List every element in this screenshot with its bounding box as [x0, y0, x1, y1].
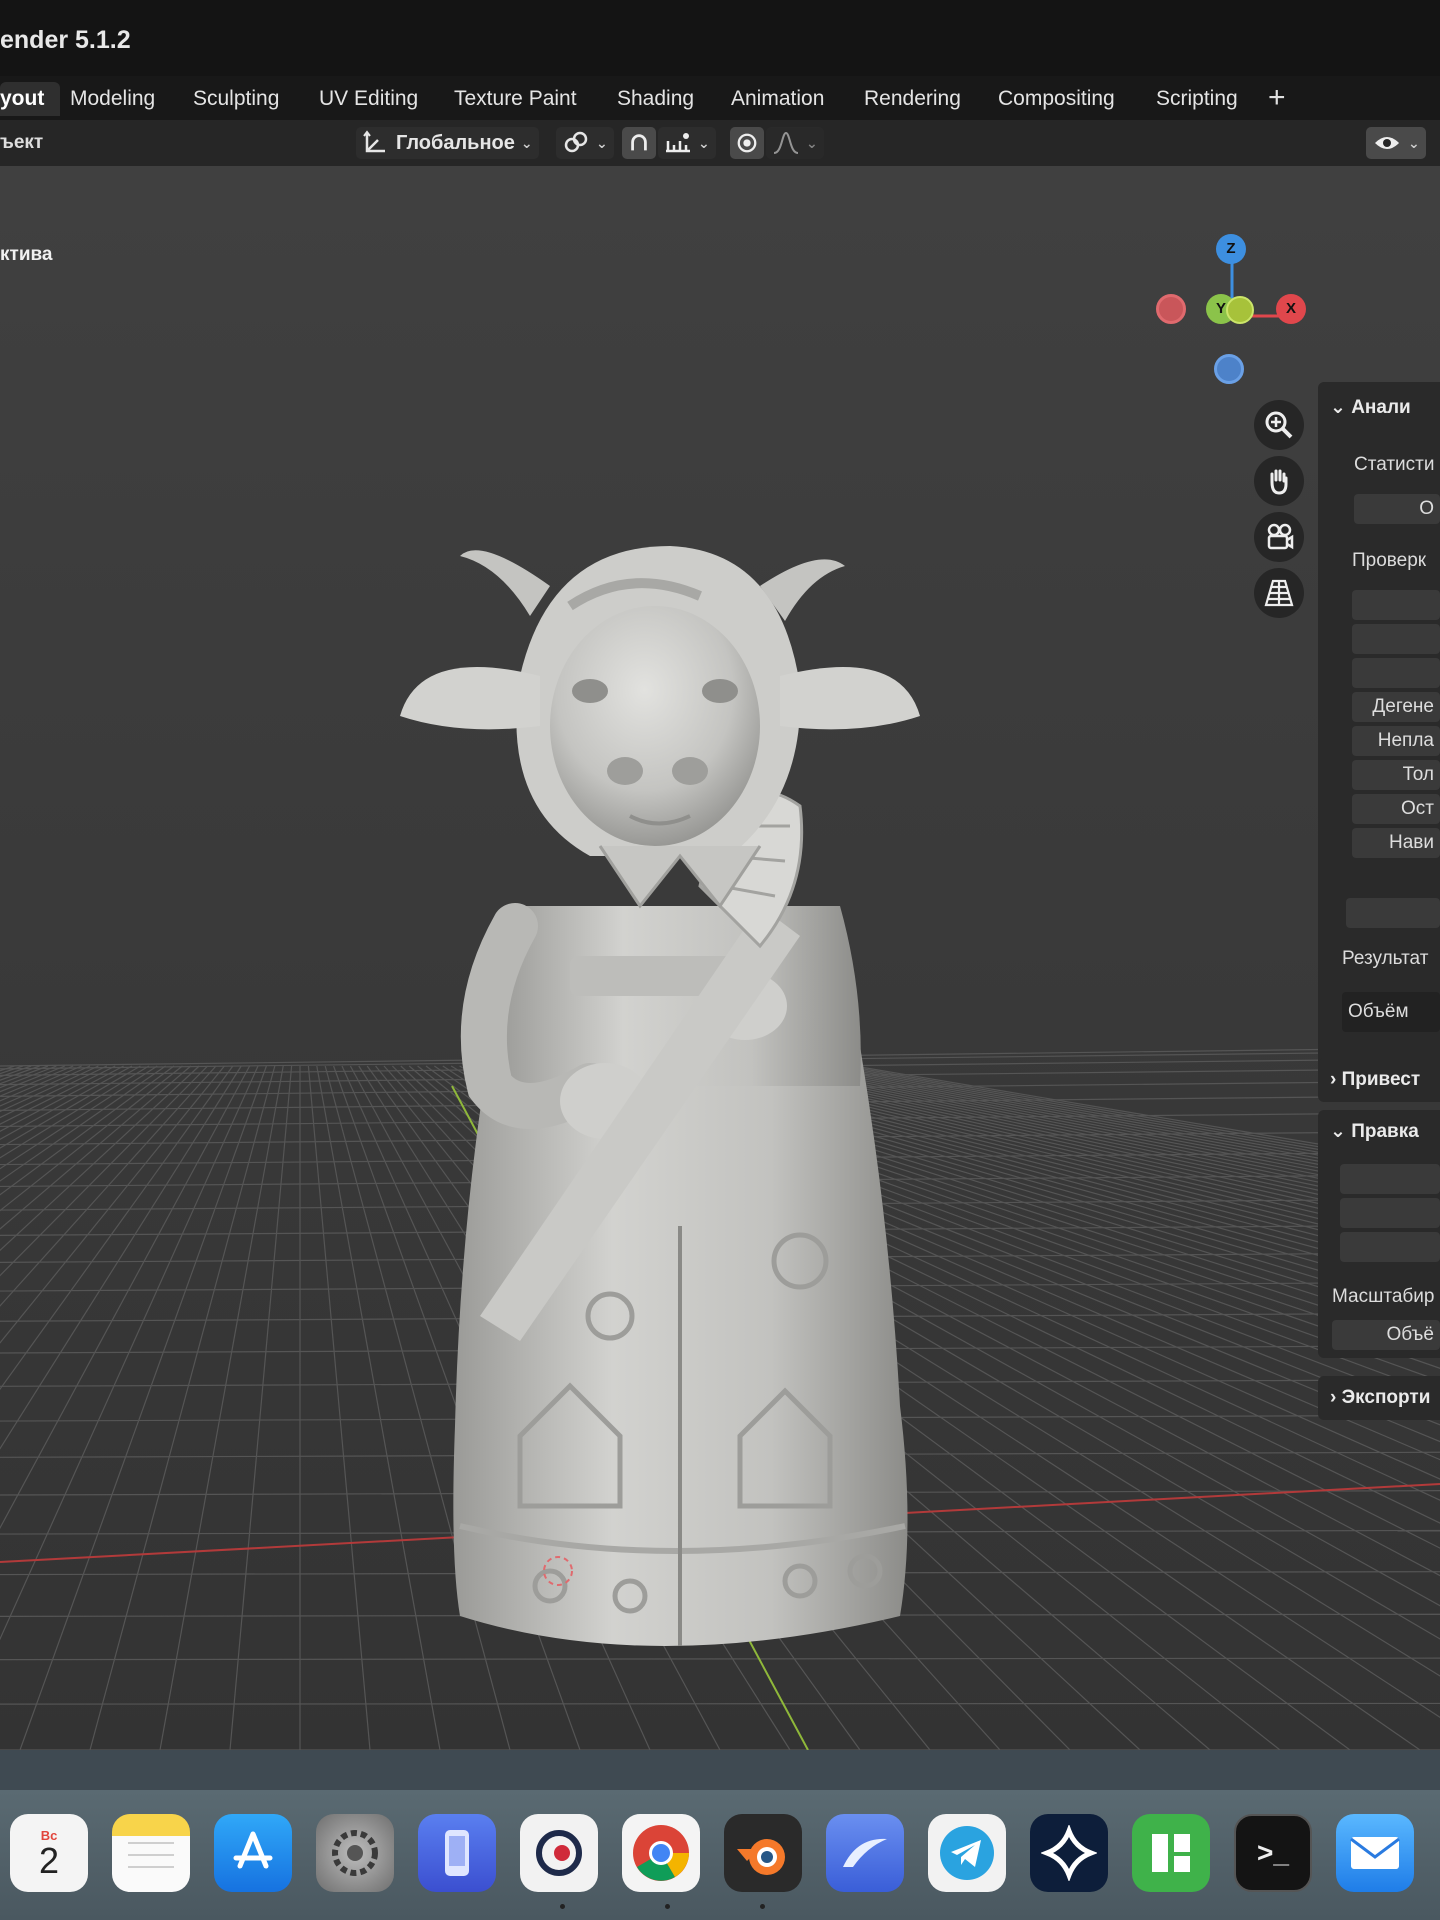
- tab-layout[interactable]: yout: [0, 82, 61, 116]
- tab-rendering[interactable]: Rendering: [864, 82, 961, 116]
- mail-icon[interactable]: [1336, 1814, 1414, 1892]
- edit-button-1[interactable]: [1340, 1164, 1440, 1194]
- gizmo-x-axis[interactable]: X: [1276, 294, 1306, 324]
- check-degenerate-button[interactable]: Дегене: [1352, 692, 1440, 722]
- statistics-label: Статисти: [1354, 454, 1435, 475]
- calendar-icon[interactable]: Вс 2: [10, 1814, 88, 1892]
- check-solid-button[interactable]: [1352, 658, 1440, 688]
- 3d-viewport[interactable]: ктива Z X Y ⌄ Анали Статисти О Проверк Д…: [0, 166, 1440, 1750]
- eye-icon: [1375, 137, 1399, 149]
- blender-icon[interactable]: [724, 1814, 802, 1892]
- proportional-editing-icon: [737, 133, 757, 153]
- terminal-icon[interactable]: >_: [1234, 1814, 1312, 1892]
- chevron-down-icon: ⌄: [1330, 397, 1346, 418]
- edit-header[interactable]: ⌄ Правка: [1330, 1120, 1419, 1143]
- pan-hand-icon[interactable]: [1254, 456, 1304, 506]
- analysis-header[interactable]: ⌄ Анали: [1330, 396, 1411, 419]
- chrome-icon[interactable]: [622, 1814, 700, 1892]
- export-section: › Экспорти: [1318, 1376, 1440, 1420]
- telegram-icon[interactable]: [928, 1814, 1006, 1892]
- chevron-right-icon: ›: [1330, 1069, 1337, 1090]
- analysis-section: ⌄ Анали Статисти О Проверк Дегене Непла …: [1318, 382, 1440, 1072]
- title-bar: ender 5.1.2: [0, 0, 1440, 86]
- chevron-down-icon: ⌄: [1330, 1121, 1346, 1142]
- gizmo-neg-z-axis[interactable]: [1214, 354, 1244, 384]
- arc-browser-icon[interactable]: [826, 1814, 904, 1892]
- visibility-dropdown[interactable]: ⌄: [1366, 127, 1426, 159]
- edit-button-3[interactable]: [1340, 1232, 1440, 1262]
- running-indicator: [665, 1904, 670, 1909]
- scale-volume-button[interactable]: Объё: [1332, 1320, 1440, 1350]
- system-settings-icon[interactable]: [316, 1814, 394, 1892]
- notes-icon[interactable]: [112, 1814, 190, 1892]
- tab-scripting[interactable]: Scripting: [1156, 82, 1238, 116]
- workspace-tabs: yout Modeling Sculpting UV Editing Textu…: [0, 76, 1440, 120]
- check-all-run-button[interactable]: [1346, 898, 1440, 928]
- gizmo-z-axis[interactable]: Z: [1216, 234, 1246, 264]
- perplexity-icon[interactable]: [1030, 1814, 1108, 1892]
- cursor-app-icon[interactable]: [520, 1814, 598, 1892]
- chevron-down-icon: ⌄: [520, 134, 533, 151]
- check-overhang-button[interactable]: Нави: [1352, 828, 1440, 858]
- orientation-axes-icon: [363, 130, 385, 153]
- check-all-button[interactable]: [1352, 590, 1440, 620]
- iphone-mirroring-icon[interactable]: [418, 1814, 496, 1892]
- add-workspace-button[interactable]: +: [1268, 76, 1286, 120]
- check-intersect-button[interactable]: [1352, 624, 1440, 654]
- bambu-studio-icon[interactable]: [1132, 1814, 1210, 1892]
- falloff-dropdown[interactable]: ⌄: [766, 127, 824, 159]
- transform-orientation-dropdown[interactable]: Глобальное ⌄: [356, 127, 539, 159]
- camera-view-icon[interactable]: [1254, 512, 1304, 562]
- check-sharp-button[interactable]: Ост: [1352, 794, 1440, 824]
- viewport-overlay-text: ктива: [0, 244, 53, 265]
- statistics-button[interactable]: О: [1354, 494, 1440, 524]
- chevron-right-icon: ›: [1330, 1387, 1337, 1408]
- export-header[interactable]: › Экспорти: [1330, 1387, 1430, 1409]
- cleanup-section: › Привест: [1318, 1058, 1440, 1102]
- result-label: Результат: [1342, 948, 1429, 969]
- proportional-editing-toggle[interactable]: [730, 127, 764, 159]
- check-thickness-button[interactable]: Тол: [1352, 760, 1440, 790]
- gizmo-y-front[interactable]: [1226, 296, 1254, 324]
- chevron-down-icon: ⌄: [806, 134, 818, 151]
- transform-orientation-label: Глобальное: [396, 131, 515, 154]
- zoom-icon[interactable]: [1254, 400, 1304, 450]
- tab-modeling[interactable]: Modeling: [70, 82, 155, 116]
- running-indicator: [760, 1904, 765, 1909]
- object-menu[interactable]: ъект: [0, 132, 43, 154]
- check-distorted-button[interactable]: Непла: [1352, 726, 1440, 756]
- chevron-down-icon: ⌄: [698, 134, 710, 151]
- cleanup-header[interactable]: › Привест: [1330, 1069, 1420, 1091]
- tab-sculpting[interactable]: Sculpting: [193, 82, 279, 116]
- checks-label: Проверк: [1352, 550, 1427, 571]
- sidebar-panel: ⌄ Анали Статисти О Проверк Дегене Непла …: [1318, 382, 1440, 1452]
- falloff-curve-icon: [773, 131, 799, 154]
- tab-uv-editing[interactable]: UV Editing: [319, 82, 418, 116]
- volume-result[interactable]: Объём: [1342, 992, 1440, 1032]
- link-icon: [564, 131, 588, 153]
- magnet-icon: [631, 134, 647, 151]
- running-indicator: [560, 1904, 565, 1909]
- viewport-header: ъект Глобальное ⌄ ⌄ ⌄ ⌄ ⌄: [0, 120, 1440, 166]
- tab-texture-paint[interactable]: Texture Paint: [454, 82, 577, 116]
- perspective-grid-icon[interactable]: [1254, 568, 1304, 618]
- edit-section: ⌄ Правка Масштабир Объё: [1318, 1110, 1440, 1358]
- app-store-icon[interactable]: [214, 1814, 292, 1892]
- gizmo-neg-x-axis[interactable]: [1156, 294, 1186, 324]
- tab-shading[interactable]: Shading: [617, 82, 694, 116]
- tab-animation[interactable]: Animation: [731, 82, 824, 116]
- snap-target-dropdown[interactable]: ⌄: [658, 127, 716, 159]
- edit-button-2[interactable]: [1340, 1198, 1440, 1228]
- pivot-point-dropdown[interactable]: ⌄: [556, 127, 614, 159]
- snap-increment-icon: [666, 133, 690, 153]
- chevron-down-icon: ⌄: [1408, 134, 1420, 151]
- goat-figurine-model[interactable]: [400, 526, 960, 1750]
- chevron-down-icon: ⌄: [596, 134, 608, 151]
- scale-label: Масштабир: [1332, 1286, 1435, 1307]
- app-title: ender 5.1.2: [0, 26, 131, 54]
- tab-compositing[interactable]: Compositing: [998, 82, 1115, 116]
- snap-toggle[interactable]: [622, 127, 656, 159]
